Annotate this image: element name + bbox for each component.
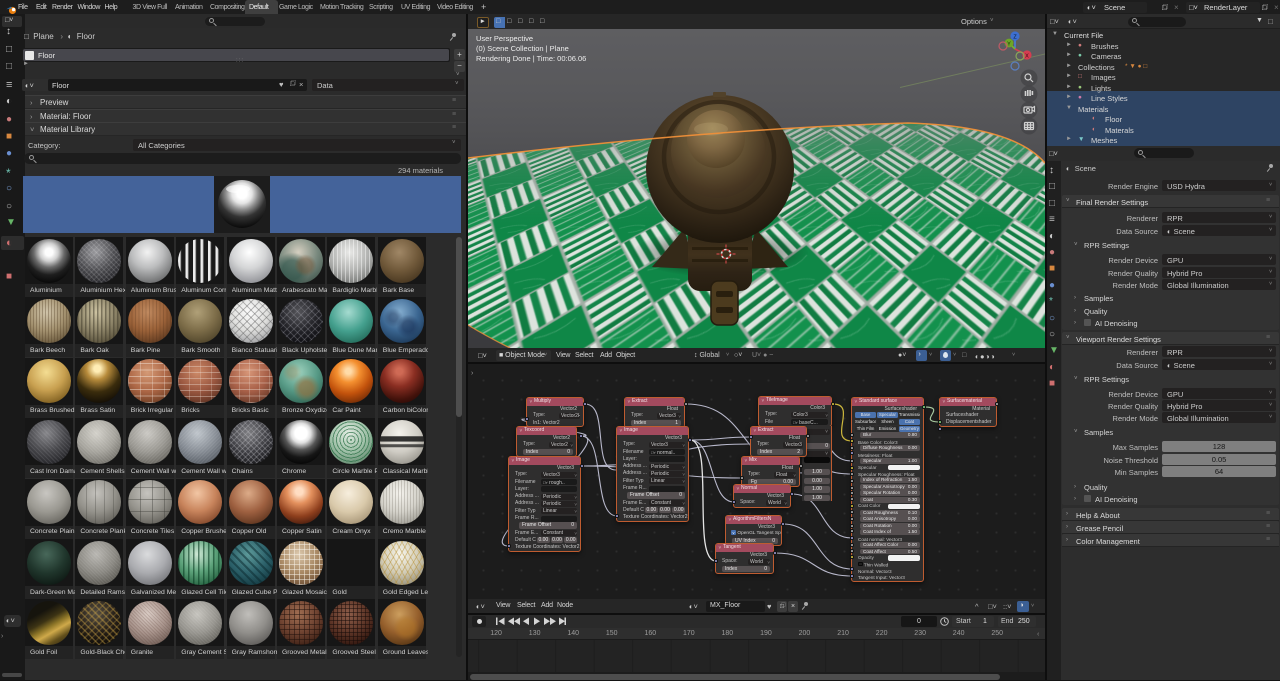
svg-text:Y: Y — [1007, 41, 1011, 47]
svg-text:X: X — [1025, 53, 1029, 59]
